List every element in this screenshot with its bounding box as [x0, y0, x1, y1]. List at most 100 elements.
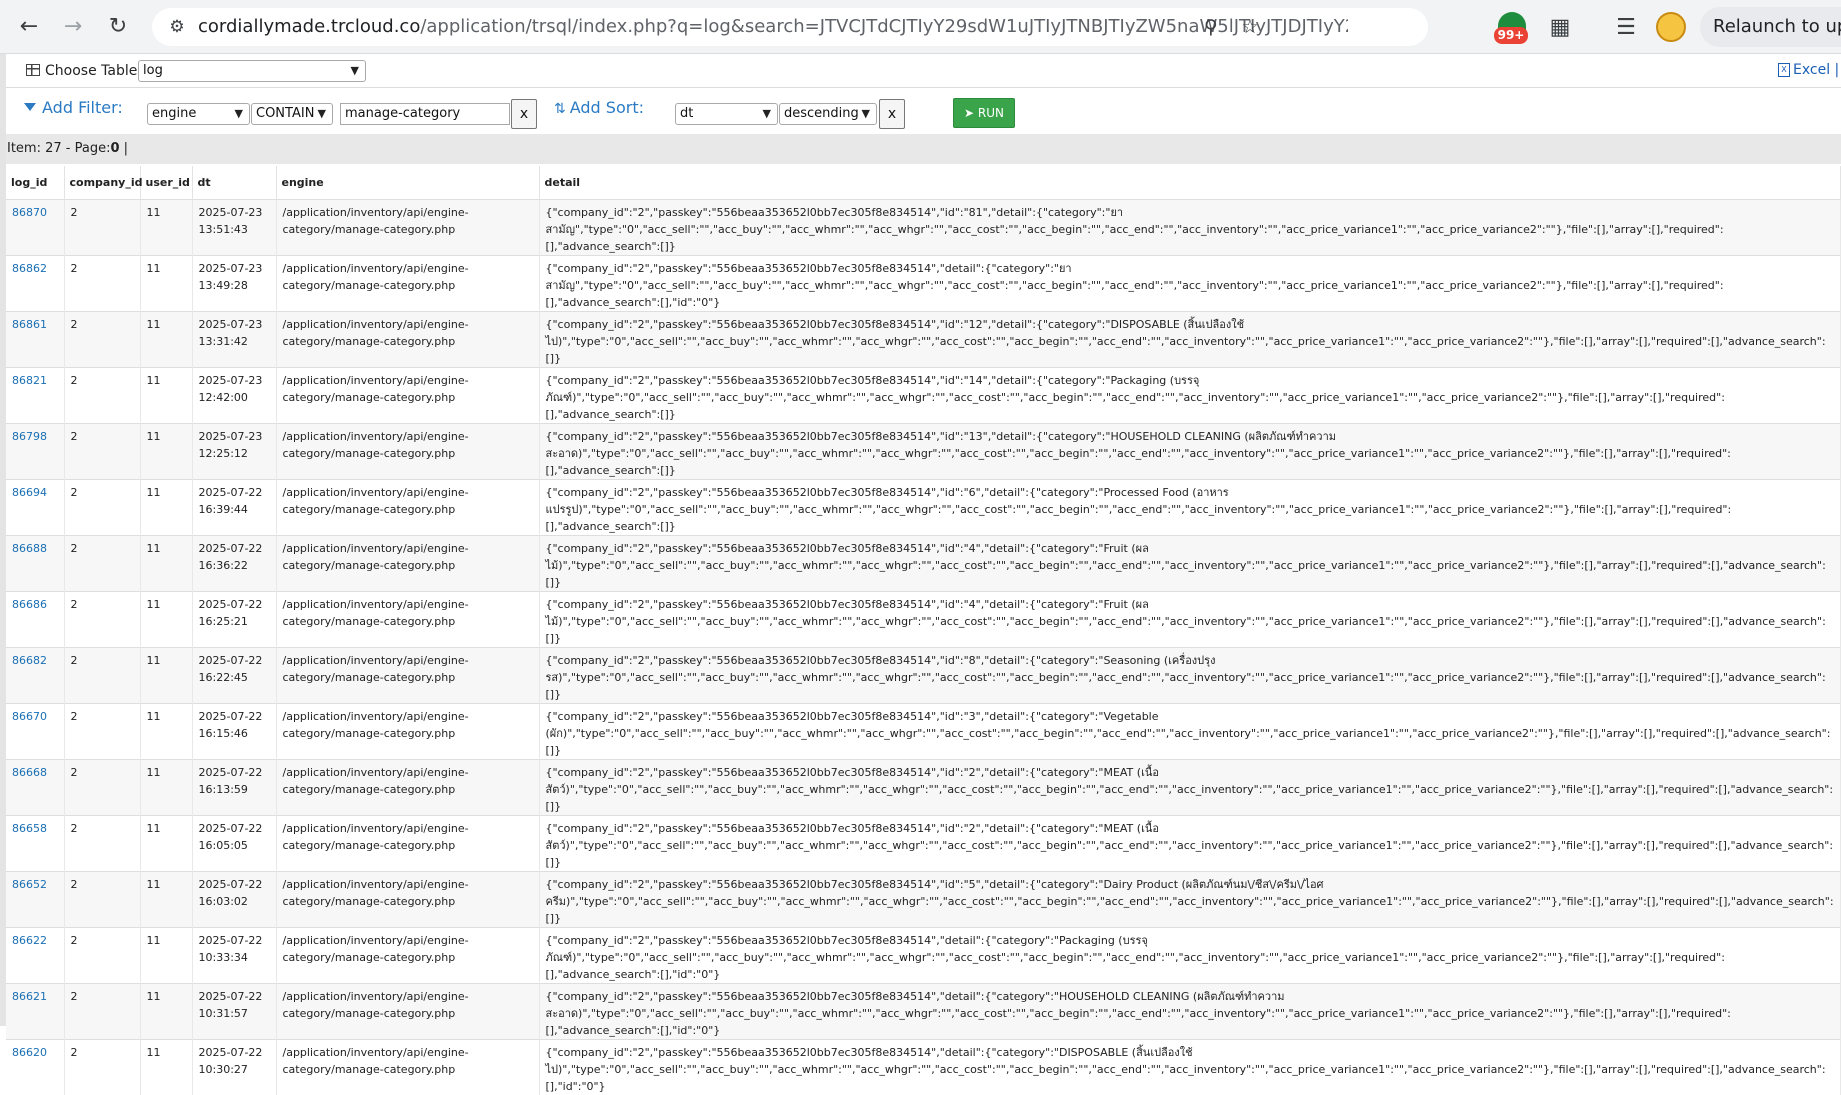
cell-log-id[interactable]: 86670 — [6, 704, 64, 760]
cell-company-id: 2 — [64, 816, 140, 872]
excel-export-link[interactable]: XExcel | — [1778, 62, 1839, 78]
cell-engine: /application/inventory/api/engine- categ… — [276, 592, 539, 648]
cell-user-id: 11 — [140, 424, 192, 480]
cell-user-id: 11 — [140, 368, 192, 424]
cell-user-id: 11 — [140, 984, 192, 1040]
filter-condition-select[interactable]: CONTAIN ▼ — [251, 103, 333, 125]
cell-company-id: 2 — [64, 368, 140, 424]
url-text[interactable]: cordiallymade.trcloud.co/application/trs… — [198, 17, 1348, 37]
sort-direction-value: descending — [784, 106, 859, 121]
cell-log-id[interactable]: 86688 — [6, 536, 64, 592]
media-queue-icon[interactable]: ☰ — [1610, 12, 1642, 44]
filter-column-select[interactable]: engine ▼ — [147, 103, 250, 125]
cell-company-id: 2 — [64, 648, 140, 704]
cell-log-id[interactable]: 86620 — [6, 1040, 64, 1095]
cell-dt: 2025-07-23 13:51:43 — [192, 200, 276, 256]
cell-log-id[interactable]: 86652 — [6, 872, 64, 928]
excel-icon: X — [1778, 63, 1790, 77]
cell-log-id[interactable]: 86668 — [6, 760, 64, 816]
run-button[interactable]: ➤ RUN — [953, 98, 1015, 128]
sort-clear-button[interactable]: x — [879, 99, 905, 129]
cell-engine: /application/inventory/api/engine- categ… — [276, 704, 539, 760]
cell-dt: 2025-07-23 12:25:12 — [192, 424, 276, 480]
cell-dt: 2025-07-23 13:49:28 — [192, 256, 276, 312]
filter-column-value: engine — [152, 106, 196, 121]
cell-log-id[interactable]: 86798 — [6, 424, 64, 480]
cell-log-id[interactable]: 86682 — [6, 648, 64, 704]
cell-detail: {"company_id":"2","passkey":"556beaa3536… — [539, 760, 1841, 816]
cell-detail: {"company_id":"2","passkey":"556beaa3536… — [539, 928, 1841, 984]
table-row: 866682112025-07-22 16:13:59/application/… — [6, 760, 1841, 816]
site-settings-icon[interactable]: ⚙ — [166, 16, 188, 38]
cell-user-id: 11 — [140, 1040, 192, 1095]
cell-company-id: 2 — [64, 256, 140, 312]
table-row: 866822112025-07-22 16:22:45/application/… — [6, 648, 1841, 704]
table-row: 866212112025-07-22 10:31:57/application/… — [6, 984, 1841, 1040]
table-row: 866862112025-07-22 16:25:21/application/… — [6, 592, 1841, 648]
column-header[interactable]: log_id — [6, 166, 64, 200]
reload-icon[interactable]: ↻ — [103, 12, 133, 42]
chevron-down-icon: ▼ — [351, 61, 359, 81]
table-row: 868702112025-07-23 13:51:43/application/… — [6, 200, 1841, 256]
cell-dt: 2025-07-22 16:05:05 — [192, 816, 276, 872]
cell-log-id[interactable]: 86862 — [6, 256, 64, 312]
cell-detail: {"company_id":"2","passkey":"556beaa3536… — [539, 536, 1841, 592]
sort-direction-select[interactable]: descending ▼ — [779, 103, 877, 125]
table-body: 868702112025-07-23 13:51:43/application/… — [6, 200, 1841, 1095]
cell-engine: /application/inventory/api/engine- categ… — [276, 256, 539, 312]
sort-az-icon: ⇅ — [554, 101, 566, 117]
cell-dt: 2025-07-22 16:36:22 — [192, 536, 276, 592]
filter-value-input[interactable]: manage-category — [340, 103, 510, 125]
chevron-down-icon: ▼ — [862, 104, 870, 124]
back-arrow-icon[interactable]: ← — [14, 12, 44, 42]
cell-detail: {"company_id":"2","passkey":"556beaa3536… — [539, 368, 1841, 424]
cell-dt: 2025-07-23 12:42:00 — [192, 368, 276, 424]
add-filter-label: Add Filter: — [42, 98, 123, 117]
address-bar[interactable]: ⚙ cordiallymade.trcloud.co/application/t… — [152, 8, 1428, 46]
cell-company-id: 2 — [64, 872, 140, 928]
column-header[interactable]: dt — [192, 166, 276, 200]
sort-column-select[interactable]: dt ▼ — [675, 103, 778, 125]
forward-arrow-icon[interactable]: → — [58, 12, 88, 42]
cell-user-id: 11 — [140, 760, 192, 816]
page-number[interactable]: 0 — [110, 141, 119, 156]
cell-detail: {"company_id":"2","passkey":"556beaa3536… — [539, 872, 1841, 928]
table-row: 866202112025-07-22 10:30:27/application/… — [6, 1040, 1841, 1095]
cell-engine: /application/inventory/api/engine- categ… — [276, 200, 539, 256]
column-header[interactable]: user_id — [140, 166, 192, 200]
column-header[interactable]: company_id — [64, 166, 140, 200]
table-row: 866702112025-07-22 16:15:46/application/… — [6, 704, 1841, 760]
filter-clear-button[interactable]: x — [511, 99, 537, 129]
cell-log-id[interactable]: 86861 — [6, 312, 64, 368]
column-header[interactable]: detail — [539, 166, 1841, 200]
cell-dt: 2025-07-22 10:33:34 — [192, 928, 276, 984]
table-select[interactable]: log ▼ — [138, 60, 366, 82]
cell-log-id[interactable]: 86686 — [6, 592, 64, 648]
table-row: 866942112025-07-22 16:39:44/application/… — [6, 480, 1841, 536]
cell-log-id[interactable]: 86870 — [6, 200, 64, 256]
cell-log-id[interactable]: 86621 — [6, 984, 64, 1040]
cell-engine: /application/inventory/api/engine- categ… — [276, 816, 539, 872]
cell-log-id[interactable]: 86658 — [6, 816, 64, 872]
url-host: cordiallymade.trcloud.co — [198, 17, 420, 37]
add-sort-button[interactable]: ⇅Add Sort: — [554, 98, 644, 117]
extensions-puzzle-icon[interactable]: ▦ — [1544, 12, 1576, 44]
zoom-icon[interactable]: ⚲ — [1200, 16, 1222, 38]
cell-company-id: 2 — [64, 312, 140, 368]
cell-company-id: 2 — [64, 424, 140, 480]
cell-user-id: 11 — [140, 592, 192, 648]
column-header[interactable]: engine — [276, 166, 539, 200]
bookmark-star-icon[interactable]: ☆ — [1239, 16, 1261, 38]
send-icon: ➤ — [964, 106, 978, 120]
cell-dt: 2025-07-22 16:25:21 — [192, 592, 276, 648]
add-filter-button[interactable]: Add Filter: — [24, 98, 123, 117]
cell-log-id[interactable]: 86821 — [6, 368, 64, 424]
profile-avatar[interactable] — [1656, 12, 1686, 42]
cell-user-id: 11 — [140, 816, 192, 872]
table-row: 866882112025-07-22 16:36:22/application/… — [6, 536, 1841, 592]
cell-company-id: 2 — [64, 480, 140, 536]
cell-log-id[interactable]: 86622 — [6, 928, 64, 984]
relaunch-button[interactable]: Relaunch to up — [1700, 7, 1841, 47]
cell-log-id[interactable]: 86694 — [6, 480, 64, 536]
cell-engine: /application/inventory/api/engine- categ… — [276, 648, 539, 704]
